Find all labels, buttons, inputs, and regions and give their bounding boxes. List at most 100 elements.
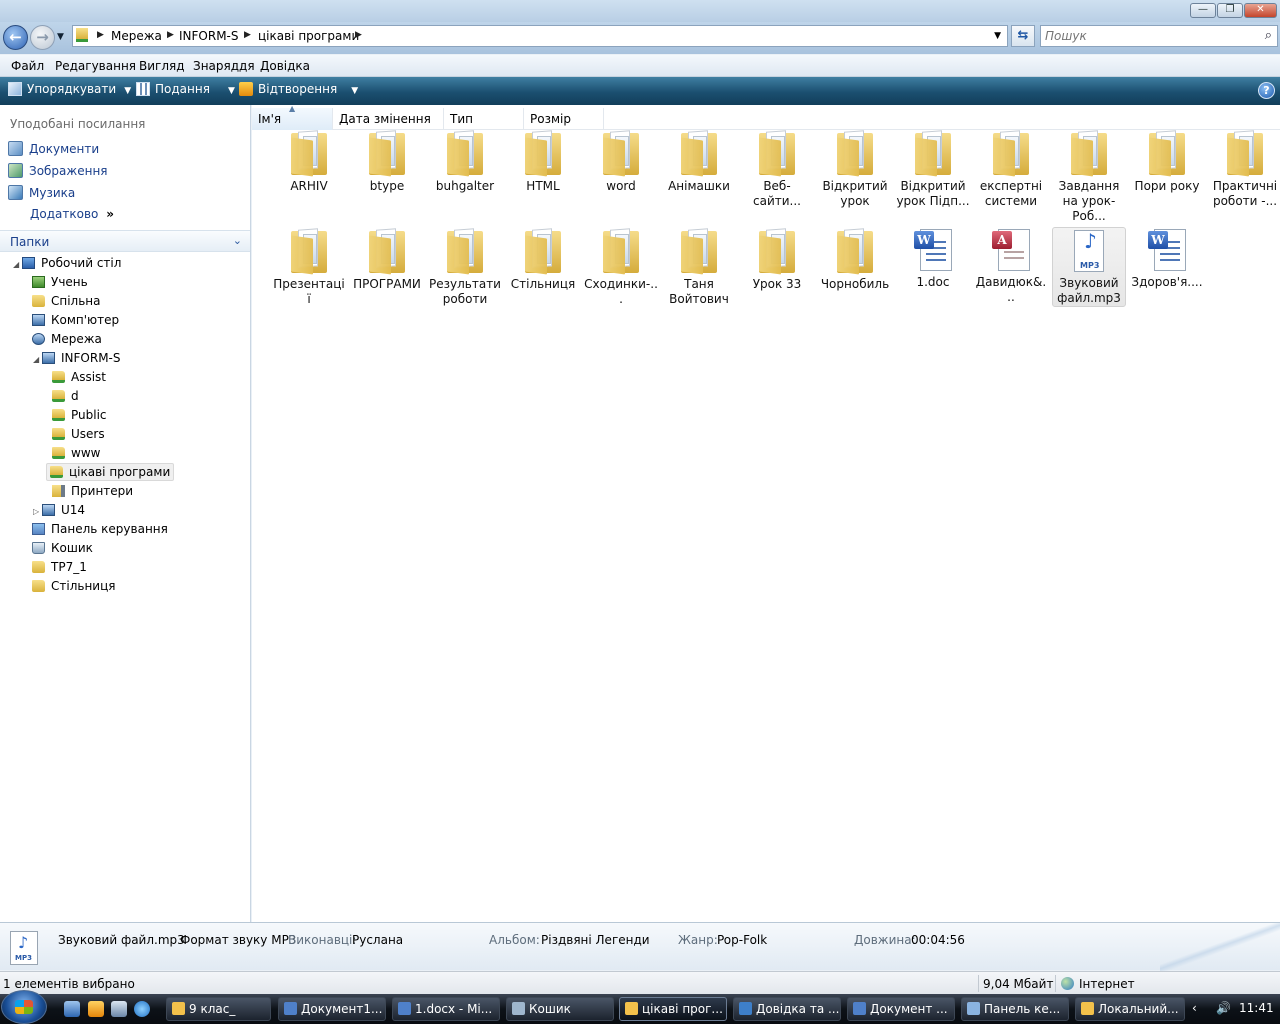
file-item[interactable]: Практичні роботи -... <box>1208 129 1280 209</box>
play-button[interactable]: Відтворення ▼ <box>239 82 358 100</box>
tree-item-assist[interactable]: Assist <box>40 369 109 387</box>
favorite-more[interactable]: Додатково » <box>30 207 114 225</box>
taskbar-button[interactable]: Панель ке... <box>961 997 1069 1021</box>
favorite-music[interactable]: Музика <box>8 185 75 203</box>
file-item[interactable]: A Давидюк&... <box>974 227 1048 305</box>
column-header-name[interactable]: ▲ Ім'я <box>252 104 333 130</box>
file-item[interactable]: експертні системи <box>974 129 1048 209</box>
internet-explorer-icon[interactable] <box>134 1001 150 1017</box>
file-item[interactable]: Сходинки-... <box>584 227 658 307</box>
file-item[interactable]: Відкритий урок <box>818 129 892 209</box>
help-button[interactable]: ? <box>1258 82 1275 99</box>
taskbar-button[interactable]: Довідка та ... <box>733 997 841 1021</box>
taskbar-button[interactable]: Кошик <box>506 997 614 1021</box>
breadcrumb-separator-icon[interactable]: ▶ <box>355 30 362 40</box>
minimize-button[interactable]: — <box>1190 3 1216 18</box>
expand-arrow-icon[interactable]: ▷ <box>33 507 41 516</box>
menu-view[interactable]: Вигляд <box>139 59 185 73</box>
tree-item-desktop[interactable]: ◢ Робочий стіл <box>10 255 124 273</box>
tree-item-control-panel[interactable]: Панель керування <box>20 521 171 539</box>
favorite-pictures[interactable]: Зображення <box>8 163 108 181</box>
clock[interactable]: 11:41 <box>1239 1001 1274 1015</box>
file-item[interactable]: buhgalter <box>428 129 502 194</box>
forward-button[interactable]: → <box>30 25 55 50</box>
taskbar-button[interactable]: Локальний... <box>1075 997 1185 1021</box>
tree-item-shared[interactable]: Спільна <box>20 293 104 311</box>
taskbar-button[interactable]: Документ ... <box>847 997 955 1021</box>
volume-icon[interactable]: 🔊 <box>1216 1001 1231 1015</box>
file-item[interactable]: Веб-сайти... <box>740 129 814 209</box>
file-item[interactable]: Презентації <box>272 227 346 307</box>
breadcrumb-folder[interactable]: цікаві програми <box>258 29 359 43</box>
tree-item-user[interactable]: Учень <box>20 274 91 292</box>
file-item[interactable]: HTML <box>506 129 580 194</box>
tree-item-computer[interactable]: Комп'ютер <box>20 312 122 330</box>
address-dropdown-icon[interactable]: ▼ <box>994 31 1001 41</box>
close-button[interactable]: ✕ <box>1244 3 1277 18</box>
file-item[interactable]: word <box>584 129 658 194</box>
start-button[interactable] <box>1 990 47 1024</box>
taskbar-button[interactable]: 9 клас_ <box>166 997 271 1021</box>
show-desktop-icon[interactable] <box>64 1001 80 1017</box>
file-item[interactable]: Урок 33 <box>740 227 814 292</box>
tree-item-printers[interactable]: Принтери <box>40 483 136 501</box>
favorite-documents[interactable]: Документи <box>8 141 99 159</box>
file-item[interactable]: Результати роботи <box>428 227 502 307</box>
tree-item-d[interactable]: d <box>40 388 82 406</box>
views-button[interactable]: Подання ▼ <box>136 82 235 100</box>
column-header-type[interactable]: Тип <box>444 108 524 130</box>
column-header-size[interactable]: Розмір <box>524 108 604 130</box>
column-header-date[interactable]: Дата змінення <box>333 108 444 130</box>
address-bar[interactable]: ▶ Мережа ▶ INFORM-S ▶ цікаві програми ▶ … <box>72 25 1008 47</box>
file-item[interactable]: Чорнобиль <box>818 227 892 292</box>
taskbar-button[interactable]: Документ1... <box>278 997 386 1021</box>
tree-item-desktop-folder[interactable]: Стільниця <box>20 578 118 596</box>
file-item[interactable]: Завдання на урок- Роб... <box>1052 129 1126 224</box>
expand-arrow-icon[interactable]: ◢ <box>33 355 41 364</box>
tree-item-public[interactable]: Public <box>40 407 110 425</box>
tree-item-www[interactable]: www <box>40 445 103 463</box>
file-item[interactable]: Стільниця <box>506 227 580 292</box>
back-button[interactable]: ← <box>3 25 28 50</box>
search-box[interactable]: ⌕ <box>1040 25 1278 47</box>
file-item[interactable]: Відкритий урок Підп... <box>896 129 970 209</box>
breadcrumb-network[interactable]: Мережа <box>111 29 162 43</box>
organize-button[interactable]: Упорядкувати ▼ <box>8 82 131 100</box>
details-genre[interactable]: Pop-Folk <box>717 933 767 947</box>
media-player-icon[interactable] <box>88 1001 104 1017</box>
search-icon[interactable]: ⌕ <box>1265 28 1272 43</box>
menu-file[interactable]: Файл <box>11 59 44 73</box>
breadcrumb-separator-icon[interactable]: ▶ <box>97 30 104 40</box>
menu-tools[interactable]: Знаряддя <box>193 59 255 73</box>
breadcrumb-separator-icon[interactable]: ▶ <box>167 30 174 40</box>
file-item[interactable]: ♪ MP3 Звуковий файл.mp3 <box>1052 227 1126 307</box>
file-item[interactable]: Таня Войтович <box>662 227 736 307</box>
taskbar-button[interactable]: цікаві прог... <box>619 997 727 1021</box>
menu-edit[interactable]: Редагування <box>55 59 136 73</box>
tree-item-interesting-programs[interactable]: цікаві програми <box>46 463 175 481</box>
tree-item-tp7-1[interactable]: ТР7_1 <box>20 559 90 577</box>
menu-help[interactable]: Довідка <box>260 59 310 73</box>
recent-pages-dropdown[interactable]: ▼ <box>57 32 64 42</box>
details-artist[interactable]: Руслана <box>352 933 403 947</box>
file-item[interactable]: Пори року <box>1130 129 1204 194</box>
file-item[interactable]: ПРОГРАМИ <box>350 227 424 292</box>
tree-item-u14[interactable]: ▷ U14 <box>30 502 88 520</box>
details-album[interactable]: Різдвяні Легенди <box>541 933 650 947</box>
switch-windows-icon[interactable] <box>111 1001 127 1017</box>
maximize-button[interactable]: ❐ <box>1217 3 1243 18</box>
file-item[interactable]: W 1.doc <box>896 227 970 290</box>
tree-item-network[interactable]: Мережа <box>20 331 105 349</box>
search-input[interactable] <box>1045 27 1255 45</box>
file-item[interactable]: Анімашки <box>662 129 736 194</box>
tree-item-users[interactable]: Users <box>40 426 108 444</box>
tray-expand-icon[interactable]: ‹ <box>1192 1001 1197 1015</box>
tree-item-inform-s[interactable]: ◢ INFORM-S <box>30 350 124 368</box>
breadcrumb-server[interactable]: INFORM-S <box>179 29 239 43</box>
file-item[interactable]: btype <box>350 129 424 194</box>
file-item[interactable]: W Здоров'я.... <box>1130 227 1204 290</box>
refresh-button[interactable]: ⇆ <box>1011 25 1035 47</box>
expand-arrow-icon[interactable]: ◢ <box>13 260 21 269</box>
breadcrumb-separator-icon[interactable]: ▶ <box>244 30 251 40</box>
folders-header[interactable]: Папки ⌄ <box>0 230 250 252</box>
